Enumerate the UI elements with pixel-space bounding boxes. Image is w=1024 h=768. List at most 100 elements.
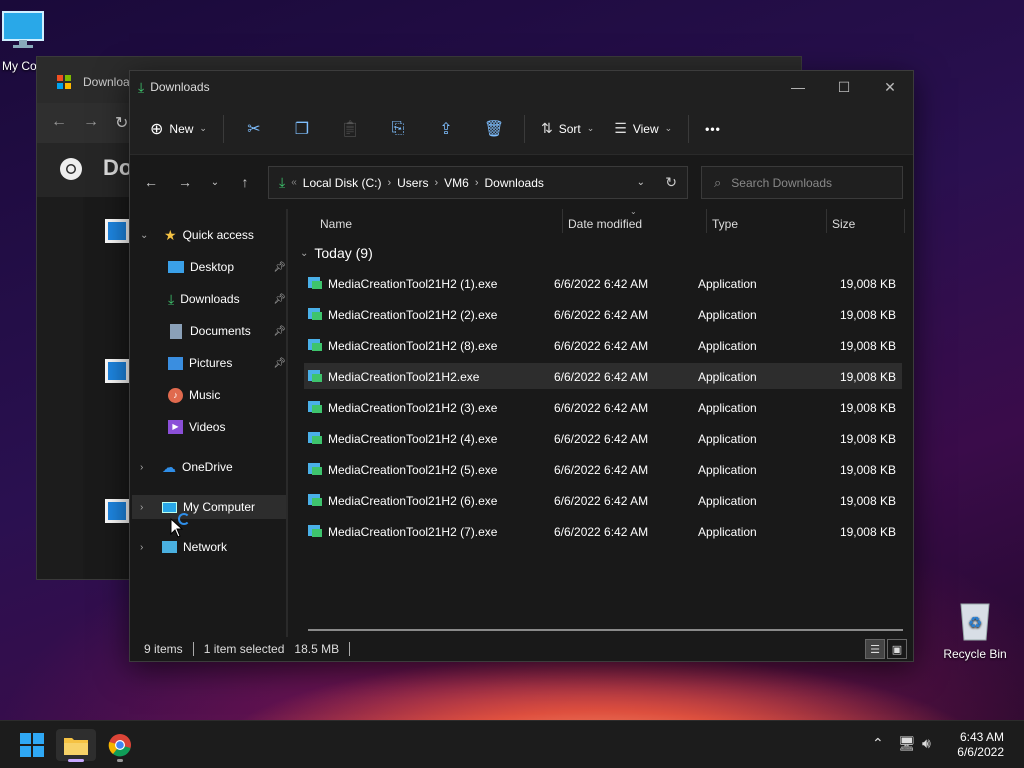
file-row[interactable]: MediaCreationTool21H2 (2).exe 6/6/2022 6:… <box>304 301 902 327</box>
file-size: 19,008 KB <box>839 463 896 477</box>
nav-item-music[interactable]: ♪ Music <box>168 383 220 407</box>
taskbar-chrome[interactable] <box>100 729 140 762</box>
group-header-today[interactable]: ⌄ Today (9) <box>300 245 373 261</box>
horizontal-scrollbar[interactable] <box>308 629 903 631</box>
address-bar[interactable]: ⤓ « Local Disk (C:) › Users › VM6 › Down… <box>268 166 688 199</box>
installer-exe-icon <box>308 401 322 413</box>
recent-locations-chevron-icon[interactable]: ⌄ <box>202 177 228 188</box>
svg-text:♻: ♻ <box>968 615 982 632</box>
file-row[interactable]: MediaCreationTool21H2 (7).exe 6/6/2022 6:… <box>304 518 902 544</box>
file-type: Application <box>698 494 757 508</box>
details-view-button[interactable]: ☰ <box>865 639 885 659</box>
column-divider[interactable] <box>904 209 905 233</box>
copy-button[interactable]: ❐ <box>278 112 326 146</box>
status-bar: 9 items 1 item selected 18.5 MB ☰ ▣ <box>130 637 913 661</box>
breadcrumb-chevron-icon[interactable]: › <box>475 177 479 189</box>
search-box[interactable]: ⌕ Search Downloads <box>701 166 903 199</box>
nav-onedrive[interactable]: › ☁ OneDrive <box>140 455 233 479</box>
start-button[interactable] <box>12 729 52 761</box>
forward-arrow-icon[interactable]: → <box>168 174 202 190</box>
nav-item-pictures[interactable]: Pictures 📌︎ <box>168 351 286 375</box>
file-size: 19,008 KB <box>839 525 896 539</box>
nav-label: OneDrive <box>182 460 233 474</box>
file-row[interactable]: MediaCreationTool21H2 (6).exe 6/6/2022 6:… <box>304 487 902 513</box>
active-app-indicator <box>68 759 84 762</box>
volume-icon[interactable]: 🔊︎ <box>922 735 931 752</box>
more-options-button[interactable]: ••• <box>695 112 731 146</box>
chevron-right-icon[interactable]: › <box>140 502 150 513</box>
column-headers: Name ⌄ Date modified Type Size <box>290 207 913 239</box>
breadcrumb-overflow-icon[interactable]: « <box>291 177 297 188</box>
column-divider[interactable] <box>706 209 707 233</box>
file-row[interactable]: MediaCreationTool21H2.exe 6/6/2022 6:42 A… <box>304 363 902 389</box>
forward-arrow-icon[interactable]: → <box>83 113 99 131</box>
file-row[interactable]: MediaCreationTool21H2 (3).exe 6/6/2022 6:… <box>304 394 902 420</box>
chevron-right-icon[interactable]: › <box>140 462 150 473</box>
nav-item-downloads[interactable]: ⤓ Downloads 📌︎ <box>168 287 286 311</box>
nav-network[interactable]: › Network <box>140 535 227 559</box>
maximize-button[interactable]: ☐ <box>821 71 867 103</box>
file-row[interactable]: MediaCreationTool21H2 (5).exe 6/6/2022 6:… <box>304 456 902 482</box>
file-row[interactable]: MediaCreationTool21H2 (1).exe 6/6/2022 6:… <box>304 270 902 296</box>
file-row[interactable]: MediaCreationTool21H2 (4).exe 6/6/2022 6:… <box>304 425 902 451</box>
back-arrow-icon[interactable]: ← <box>134 174 168 190</box>
back-arrow-icon[interactable]: ← <box>51 113 67 131</box>
file-row[interactable]: MediaCreationTool21H2 (8).exe 6/6/2022 6:… <box>304 332 902 358</box>
up-arrow-icon[interactable]: ↑ <box>228 174 262 190</box>
paste-button[interactable]: 📋︎ <box>326 112 374 146</box>
column-divider[interactable] <box>562 209 563 233</box>
address-dropdown-chevron-icon[interactable]: ⌄ <box>637 177 645 188</box>
file-date: 6/6/2022 6:42 AM <box>554 525 649 539</box>
nav-quick-access[interactable]: ⌄ ★ Quick access <box>140 223 254 247</box>
network-status-icon[interactable]: 🖥︎ <box>898 735 916 752</box>
file-type: Application <box>698 277 757 291</box>
share-button[interactable]: ⇪ <box>422 112 470 146</box>
taskbar-file-explorer[interactable] <box>56 729 96 762</box>
refresh-icon[interactable]: ↻ <box>665 174 677 191</box>
minimize-button[interactable]: — <box>775 71 821 103</box>
chevron-down-icon[interactable]: ⌄ <box>140 230 150 241</box>
column-divider[interactable] <box>826 209 827 233</box>
windows-start-icon <box>20 733 44 757</box>
breadcrumb-chevron-icon[interactable]: › <box>434 177 438 189</box>
system-clock[interactable]: 6:43 AM 6/6/2022 <box>957 730 1004 760</box>
chevron-right-icon[interactable]: › <box>140 542 150 553</box>
column-header-name[interactable]: Name <box>320 217 352 231</box>
nav-my-computer[interactable]: › My Computer <box>132 495 286 519</box>
picture-icon <box>168 356 183 370</box>
navigation-pane: ⌄ ★ Quick access Desktop 📌︎ ⤓ Downloads … <box>130 209 288 637</box>
breadcrumb-local-disk[interactable]: Local Disk (C:) <box>303 176 382 190</box>
new-button[interactable]: ⊕ New ⌄ <box>140 112 217 146</box>
nav-item-videos[interactable]: ▶ Videos <box>168 415 225 439</box>
reload-icon[interactable]: ↻ <box>115 113 128 133</box>
clock-time: 6:43 AM <box>959 730 1004 744</box>
nav-item-desktop[interactable]: Desktop 📌︎ <box>168 255 286 279</box>
desktop-icon-recycle-bin[interactable]: ♻ Recycle Bin <box>940 598 1010 661</box>
sort-button[interactable]: ⇅ Sort ⌄ <box>531 112 604 146</box>
nav-label: Pictures <box>189 356 233 370</box>
view-button[interactable]: ☰ View ⌄ <box>604 112 682 146</box>
desktop-folder-icon <box>168 261 184 273</box>
nav-item-documents[interactable]: Documents 📌︎ <box>168 319 286 343</box>
breadcrumb-downloads[interactable]: Downloads <box>485 176 544 190</box>
show-hidden-icons-chevron-icon[interactable]: ⌃ <box>872 735 884 752</box>
file-explorer-window[interactable]: ⤓ Downloads — ☐ ✕ ⊕ New ⌄ ✂ ❐ 📋︎ ⎘ ⇪ 🗑︎ … <box>129 70 914 662</box>
close-button[interactable]: ✕ <box>867 71 913 103</box>
status-size: 18.5 MB <box>294 642 340 656</box>
command-bar: ⊕ New ⌄ ✂ ❐ 📋︎ ⎘ ⇪ 🗑︎ ⇅ Sort ⌄ ☰ View ⌄ … <box>130 103 913 155</box>
column-header-date[interactable]: Date modified <box>568 217 642 231</box>
large-icons-view-button[interactable]: ▣ <box>887 639 907 659</box>
rename-button[interactable]: ⎘ <box>374 112 422 146</box>
breadcrumb-users[interactable]: Users <box>397 176 428 190</box>
file-type: Application <box>698 525 757 539</box>
bg-download-icon <box>105 219 129 243</box>
column-header-type[interactable]: Type <box>712 217 738 231</box>
title-bar[interactable]: ⤓ Downloads — ☐ ✕ <box>130 71 913 103</box>
pin-icon: 📌︎ <box>273 261 286 273</box>
delete-button[interactable]: 🗑︎ <box>470 112 518 146</box>
column-header-size[interactable]: Size <box>832 217 855 231</box>
breadcrumb-chevron-icon[interactable]: › <box>387 177 391 189</box>
file-type: Application <box>698 370 757 384</box>
breadcrumb-vm6[interactable]: VM6 <box>444 176 469 190</box>
cut-button[interactable]: ✂ <box>230 112 278 146</box>
